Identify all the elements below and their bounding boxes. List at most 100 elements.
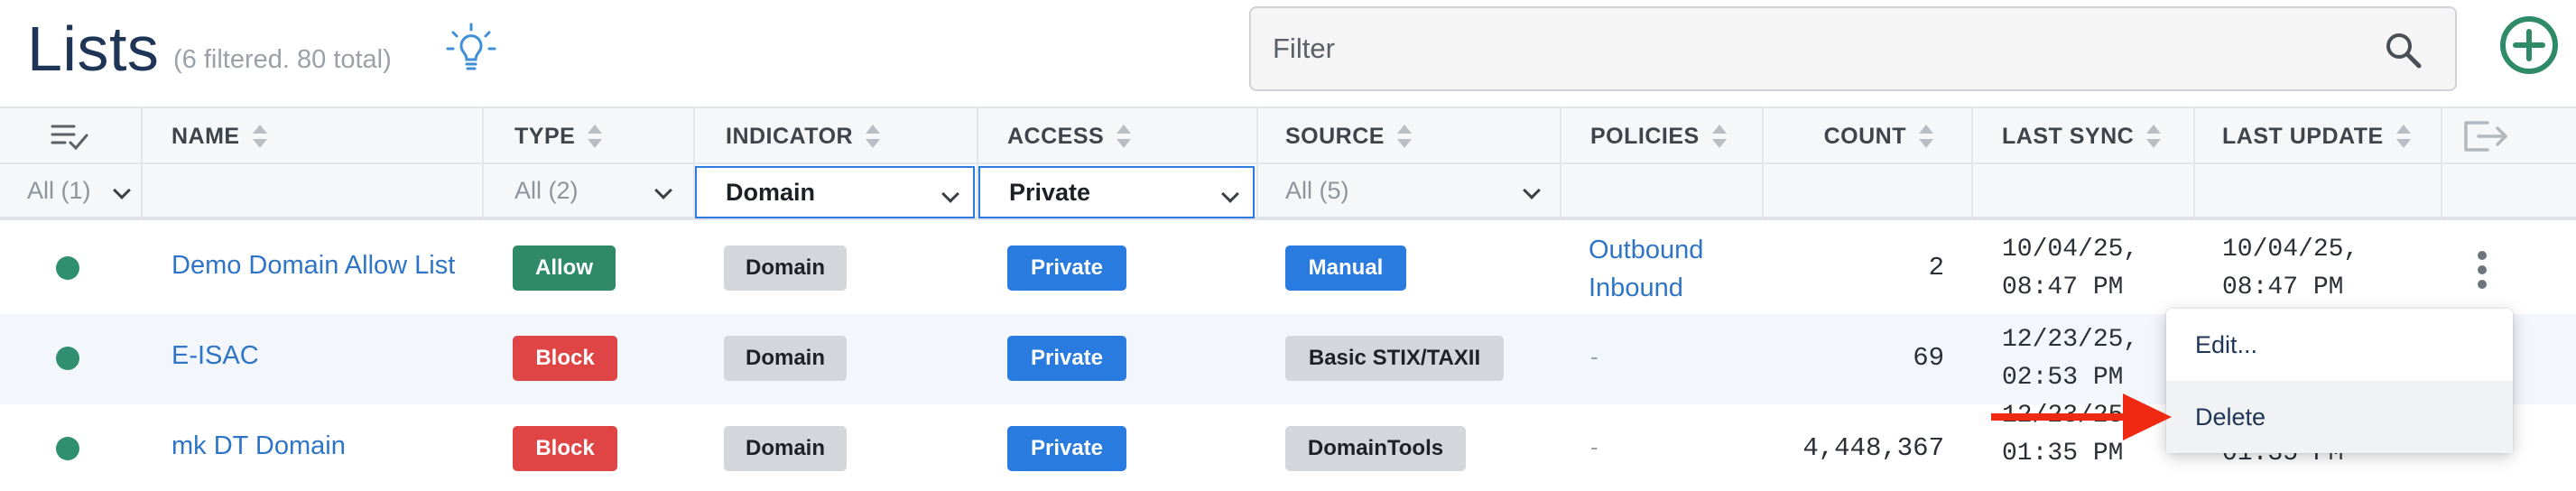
column-divider: [1971, 107, 1973, 220]
filter-value: Domain: [726, 178, 816, 206]
filter-value: All (1): [27, 176, 91, 204]
table-header-row: NAME TYPE INDICATOR ACCESS SOURCE POLICI…: [0, 107, 2576, 164]
access-filter[interactable]: Private: [978, 166, 1255, 218]
source-filter[interactable]: All (5): [1285, 164, 1554, 217]
column-header-access[interactable]: ACCESS: [1007, 108, 1132, 164]
column-divider: [1256, 107, 1258, 220]
column-divider: [141, 107, 143, 220]
source-badge: Basic STIX/TAXII: [1285, 336, 1504, 381]
table-row[interactable]: Demo Domain Allow List Allow Domain Priv…: [0, 224, 2576, 314]
column-label: LAST SYNC: [2002, 123, 2135, 149]
search-icon[interactable]: [2383, 30, 2424, 71]
export-icon[interactable]: [2460, 117, 2511, 155]
count-value: 4,448,367: [1802, 433, 1944, 463]
type-filter[interactable]: All (2): [514, 164, 686, 217]
column-header-policies[interactable]: POLICIES: [1590, 108, 1727, 164]
column-label: INDICATOR: [726, 123, 854, 149]
last-sync-date: 10/04/25,: [2002, 236, 2139, 264]
list-name-link[interactable]: mk DT Domain: [171, 431, 346, 461]
chevron-down-icon: [941, 185, 959, 203]
column-header-indicator[interactable]: INDICATOR: [726, 108, 881, 164]
indicator-badge: Domain: [724, 246, 847, 291]
source-badge: Manual: [1285, 246, 1406, 291]
sort-icon: [252, 124, 267, 149]
plus-circle-icon[interactable]: [2498, 14, 2560, 76]
list-name-link[interactable]: E-ISAC: [171, 341, 259, 371]
list-name-link[interactable]: Demo Domain Allow List: [171, 251, 455, 281]
edit-menu-item[interactable]: Edit...: [2166, 309, 2513, 381]
column-divider: [2441, 107, 2442, 220]
column-header-type[interactable]: TYPE: [514, 108, 603, 164]
column-header-source[interactable]: SOURCE: [1285, 108, 1412, 164]
chevron-down-icon: [1523, 181, 1541, 199]
type-badge: Block: [513, 426, 617, 471]
count-value: 2: [1928, 253, 1944, 283]
last-sync-date: 12/23/25,: [2002, 326, 2139, 354]
status-indicator: [56, 347, 79, 370]
count-value: 69: [1913, 343, 1944, 373]
red-arrow-annotation: [1991, 394, 2172, 440]
lightbulb-icon[interactable]: [444, 22, 498, 76]
column-label: POLICIES: [1590, 123, 1700, 149]
last-sync-time: 08:47 PM: [2002, 273, 2124, 301]
column-label: NAME: [171, 123, 240, 149]
filter-value: All (2): [514, 176, 579, 204]
status-indicator: [56, 437, 79, 460]
sort-icon: [866, 124, 881, 149]
indicator-badge: Domain: [724, 426, 847, 471]
chevron-down-icon: [1221, 185, 1239, 203]
sort-icon: [1117, 124, 1132, 149]
page-title: Lists: [27, 14, 160, 84]
column-divider: [482, 107, 484, 220]
type-badge: Allow: [513, 246, 616, 291]
table-filter-row: All (1) All (2) Domain Private All (5): [0, 164, 2576, 220]
access-badge: Private: [1007, 426, 1126, 471]
sort-icon: [1711, 124, 1727, 149]
source-badge: DomainTools: [1285, 426, 1466, 471]
last-update-date: 10/04/25,: [2222, 236, 2359, 264]
filter-input[interactable]: [1273, 26, 2356, 71]
column-header-name[interactable]: NAME: [171, 108, 267, 164]
filter-box: [1249, 6, 2457, 91]
column-selector-icon[interactable]: [51, 123, 88, 152]
status-filter[interactable]: All (1): [27, 164, 135, 217]
column-divider: [1560, 107, 1561, 220]
column-header-count[interactable]: COUNT: [1762, 108, 1933, 164]
filter-value: All (5): [1285, 176, 1349, 204]
column-divider: [2193, 107, 2195, 220]
policies-empty: -: [1590, 433, 1598, 460]
column-divider: [977, 107, 978, 220]
type-badge: Block: [513, 336, 617, 381]
indicator-filter[interactable]: Domain: [695, 166, 975, 218]
column-header-last-sync[interactable]: LAST SYNC: [2002, 108, 2162, 164]
sort-icon: [1919, 124, 1933, 149]
sort-icon: [2146, 124, 2162, 149]
page-subtitle: (6 filtered. 80 total): [173, 45, 392, 74]
chevron-down-icon: [113, 181, 131, 199]
column-divider: [693, 107, 695, 220]
access-badge: Private: [1007, 246, 1126, 291]
delete-menu-item[interactable]: Delete: [2166, 381, 2513, 453]
column-label: LAST UPDATE: [2222, 123, 2384, 149]
column-label: SOURCE: [1285, 123, 1385, 149]
sort-icon: [588, 124, 603, 149]
access-badge: Private: [1007, 336, 1126, 381]
column-label: ACCESS: [1007, 123, 1105, 149]
chevron-down-icon: [654, 181, 672, 199]
column-label: TYPE: [514, 123, 576, 149]
sort-icon: [1396, 124, 1412, 149]
policies-empty: -: [1590, 343, 1598, 370]
column-header-last-update[interactable]: LAST UPDATE: [2222, 108, 2411, 164]
last-update-time: 08:47 PM: [2222, 273, 2344, 301]
filter-value: Private: [1009, 178, 1091, 206]
kebab-menu-icon[interactable]: [2476, 251, 2488, 291]
column-divider: [1762, 107, 1764, 220]
policy-link[interactable]: Outbound: [1589, 231, 1703, 269]
page-header: Lists (6 filtered. 80 total): [0, 0, 2576, 108]
policy-link[interactable]: Inbound: [1589, 269, 1683, 307]
column-label: COUNT: [1823, 123, 1906, 149]
status-indicator: [56, 256, 79, 280]
sort-icon: [2395, 124, 2411, 149]
row-context-menu: Edit... Delete: [2166, 309, 2513, 453]
indicator-badge: Domain: [724, 336, 847, 381]
